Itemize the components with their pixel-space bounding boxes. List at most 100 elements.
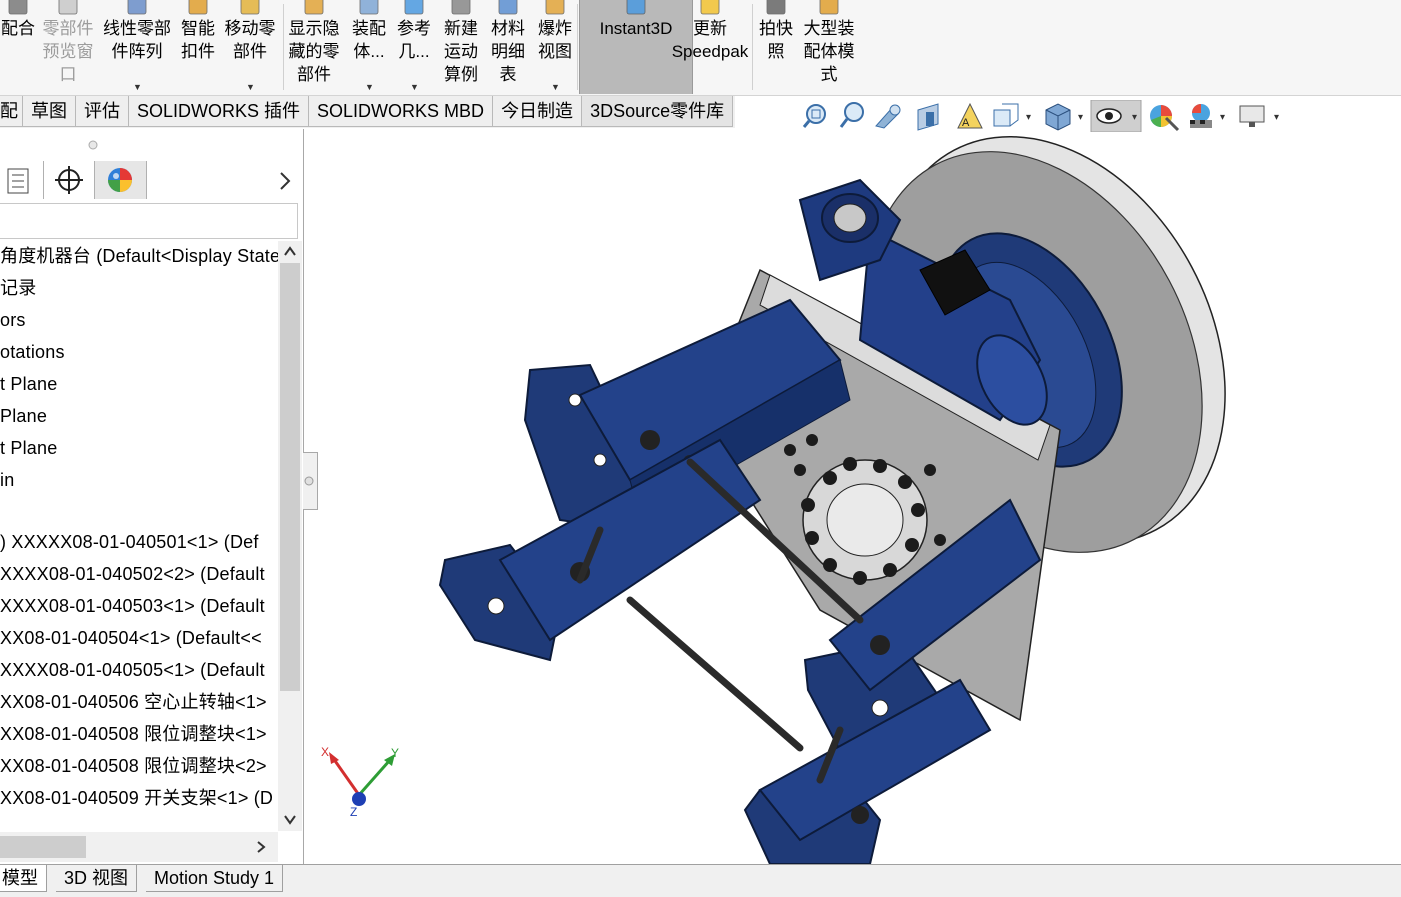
update-speedpak-button[interactable]: 更新 Speedpak (668, 0, 752, 94)
display-style-icon[interactable]: ▾ (1045, 103, 1083, 131)
component-preview-button[interactable]: 零部件 预览窗 口 (40, 0, 96, 94)
tab-today-manufacturing[interactable]: 今日制造 (493, 96, 583, 127)
ribbon-separator (283, 4, 284, 90)
ribbon-separator (752, 4, 753, 90)
view-settings-icon[interactable]: ▾ (1239, 105, 1279, 127)
smart-fastener-button[interactable]: 智能 扣件 (176, 0, 220, 94)
mate-button[interactable]: 配合 (0, 0, 36, 94)
bom-icon (498, 0, 518, 15)
smart-fastener-icon (188, 0, 208, 15)
command-manager-ribbon: 配合 零部件 预览窗 口线性零部 件阵列 ▼ 智能 扣件 移动零 部件 ▼ 显示隐 藏的零 … (0, 0, 1401, 96)
large-assembly-icon (819, 0, 839, 15)
snapshot-button[interactable]: 拍快 照 (754, 0, 798, 94)
previous-view-icon[interactable] (875, 104, 901, 129)
tree-item[interactable]: t Plane (0, 369, 57, 401)
tree-vertical-scrollbar[interactable] (278, 241, 302, 831)
property-manager-tab[interactable] (0, 161, 44, 199)
ribbon-button-label: 爆炸 视图 (538, 19, 572, 61)
snapshot-icon (766, 0, 786, 15)
scroll-up-icon[interactable] (283, 245, 297, 257)
ribbon-button-label: 线性零部 件阵列 (103, 19, 171, 61)
tree-item[interactable]: t Plane (0, 433, 57, 465)
crosshair-icon (55, 166, 83, 194)
tab-sketch[interactable]: 草图 (23, 96, 76, 127)
new-motion-study-button[interactable]: 新建 运动 算例 (440, 0, 482, 94)
component-preview-icon (58, 0, 78, 15)
tree-item[interactable]: ) XXXXX08-01-040501<1> (Def (0, 527, 259, 559)
tab-motion-study-1[interactable]: Motion Study 1 (146, 865, 284, 892)
update-speedpak-icon (700, 0, 720, 15)
tree-item[interactable]: in (0, 465, 14, 497)
view-orientation-icon[interactable]: ▾ (993, 103, 1031, 127)
assembly-features-icon (359, 0, 379, 15)
ribbon-button-label: 参考 几... (397, 19, 431, 61)
new-motion-study-icon (451, 0, 471, 15)
instant3d-icon (626, 0, 646, 15)
svg-text:▾: ▾ (1132, 112, 1137, 123)
zoom-to-area-icon[interactable] (839, 102, 864, 128)
tab-assembly[interactable]: 配 (0, 96, 23, 127)
coordinate-triad: X Y Z (321, 745, 399, 819)
panel-splitter-dot-icon[interactable] (87, 139, 99, 151)
hide-show-items-icon[interactable]: ▾ (1090, 100, 1142, 132)
bom-button[interactable]: 材料 明细 表 (487, 0, 529, 94)
tab-3d-view[interactable]: 3D 视图 (56, 865, 138, 892)
dynamic-annotation-icon[interactable]: A (957, 102, 983, 129)
appearance-ball-icon (108, 168, 132, 192)
ribbon-button-label: 新建 运动 算例 (444, 19, 478, 84)
display-manager-tab[interactable] (95, 161, 147, 199)
configuration-manager-tab[interactable] (44, 161, 95, 199)
triad-y-label: Y (391, 746, 399, 760)
large-assembly-button[interactable]: 大型装 配体模 式 (800, 0, 858, 94)
tree-item[interactable]: ors (0, 305, 26, 337)
exploded-view-button[interactable]: 爆炸 视图 ▼ (533, 0, 577, 94)
tree-item[interactable]: XXXX08-01-040503<1> (Default (0, 591, 265, 623)
scroll-down-icon[interactable] (283, 813, 297, 825)
triad-x-label: X (321, 745, 329, 759)
assembly-features-button[interactable]: 装配 体... ▼ (348, 0, 390, 94)
tree-item[interactable]: Plane (0, 401, 47, 433)
apply-scene-icon[interactable]: ▾ (1190, 104, 1225, 128)
bottom-tab-bar: 模型 3D 视图 Motion Study 1 (0, 864, 1401, 897)
show-hidden-button[interactable]: 显示隐 藏的零 部件 (286, 0, 342, 94)
tree-item[interactable]: 角度机器台 (Default<Display State (0, 241, 278, 273)
graphics-area[interactable]: X Y Z (304, 129, 1401, 864)
feature-tree-filter[interactable] (0, 203, 298, 239)
tree-item[interactable]: XX08-01-040508 限位调整块<2> (0, 751, 267, 783)
ribbon-button-label: 智能 扣件 (181, 19, 215, 61)
tab-solidworks-addins[interactable]: SOLIDWORKS 插件 (129, 96, 310, 127)
tab-evaluate[interactable]: 评估 (76, 96, 129, 127)
ribbon-button-label: 显示隐 藏的零 部件 (288, 19, 340, 84)
tree-item[interactable]: XX08-01-040504<1> (Default<< (0, 623, 262, 655)
tree-item[interactable]: XXXX08-01-040502<2> (Default (0, 559, 265, 591)
zoom-to-fit-icon[interactable] (802, 104, 826, 128)
tree-item[interactable]: XX08-01-040508 限位调整块<1> (0, 719, 267, 751)
scroll-thumb[interactable] (0, 836, 86, 858)
edit-appearance-icon[interactable] (1150, 105, 1180, 132)
heads-up-view-toolbar: A ▾ ▾ ▾ ▾ ▾ (802, 100, 1279, 132)
reference-geometry-button[interactable]: 参考 几... ▼ (394, 0, 434, 94)
tree-horizontal-scrollbar[interactable] (0, 832, 278, 862)
svg-text:▾: ▾ (1274, 112, 1279, 123)
tree-item[interactable]: XXXX08-01-040505<1> (Default (0, 655, 265, 687)
ribbon-button-label: 拍快 照 (759, 19, 793, 61)
tree-item[interactable]: otations (0, 337, 65, 369)
scroll-right-icon[interactable] (254, 840, 268, 854)
ribbon-button-label: Instant3D (599, 19, 673, 38)
show-hidden-icon (304, 0, 324, 15)
tree-item[interactable]: XX08-01-040506 空心止转轴<1> (0, 687, 267, 719)
property-manager-icon (7, 168, 29, 194)
tab-model[interactable]: 模型 (0, 865, 47, 892)
linear-pattern-button[interactable]: 线性零部 件阵列 ▼ (101, 0, 173, 94)
chevron-right-icon[interactable] (275, 169, 295, 193)
svg-text:▾: ▾ (1220, 112, 1225, 123)
tree-item[interactable]: XX08-01-040509 开关支架<1> (D (0, 783, 273, 815)
tree-item[interactable]: 记录 (0, 273, 36, 305)
move-component-button[interactable]: 移动零 部件 ▼ (222, 0, 278, 94)
scroll-thumb[interactable] (280, 263, 300, 691)
ribbon-button-label: 移动零 部件 (224, 19, 276, 61)
section-view-icon[interactable] (917, 103, 939, 131)
svg-text:▾: ▾ (1078, 112, 1083, 123)
tab-solidworks-mbd[interactable]: SOLIDWORKS MBD (309, 96, 494, 127)
tab-3dsource-library[interactable]: 3DSource零件库 (582, 96, 734, 127)
